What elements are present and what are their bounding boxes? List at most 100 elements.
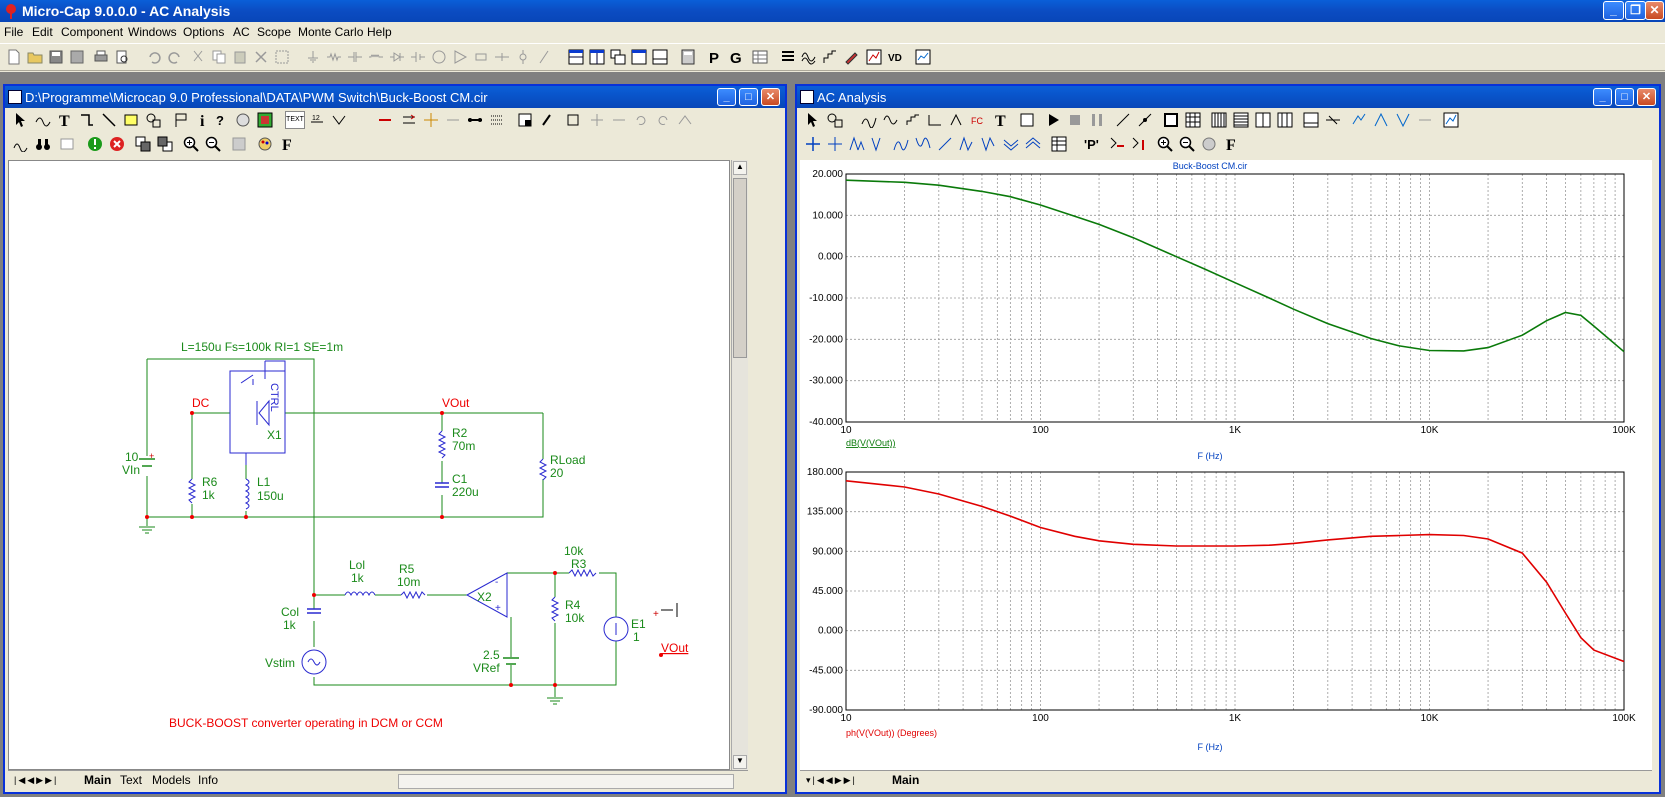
baseline-icon[interactable] <box>1303 112 1319 128</box>
attribute-text-icon[interactable] <box>59 136 75 152</box>
r4-resistor[interactable] <box>550 596 560 622</box>
animate-icon[interactable] <box>1443 112 1459 128</box>
menu-component[interactable]: Component <box>61 25 123 39</box>
diode-icon[interactable] <box>389 49 405 65</box>
grid-dots-icon[interactable] <box>489 112 505 128</box>
columns-grid-icon[interactable] <box>1277 112 1293 128</box>
schematic-maximize-button[interactable]: □ <box>739 88 758 106</box>
r6-resistor[interactable] <box>187 478 197 504</box>
next-low-icon[interactable] <box>915 136 931 152</box>
stop-red-icon[interactable] <box>109 136 125 152</box>
delete-icon[interactable] <box>253 49 269 65</box>
menu-windows[interactable]: Windows <box>128 25 177 39</box>
global-high-icon[interactable] <box>959 136 975 152</box>
bring-front-icon[interactable] <box>135 136 151 152</box>
menu-edit[interactable]: Edit <box>32 25 53 39</box>
tag-vertical-icon[interactable] <box>1131 136 1147 152</box>
plot-overlay-icon[interactable] <box>949 112 965 128</box>
analysis-zoom-out-icon[interactable] <box>1179 136 1195 152</box>
text-tool-icon[interactable]: T <box>57 112 73 128</box>
zoom-in-icon[interactable] <box>183 136 199 152</box>
resistor-icon[interactable] <box>326 49 342 65</box>
main-title-bar[interactable]: Micro-Cap 9.0.0.0 - AC Analysis _ ❐ ✕ <box>0 0 1665 22</box>
undo-icon[interactable] <box>146 49 162 65</box>
scroll-up-arrow-icon[interactable]: ▲ <box>733 161 747 175</box>
g-key-icon[interactable]: G <box>728 49 744 65</box>
split-grid-icon[interactable] <box>1255 112 1271 128</box>
vref-source[interactable] <box>503 657 519 665</box>
analysis-maximize-button[interactable]: □ <box>1615 88 1634 106</box>
inductor-icon[interactable] <box>368 49 384 65</box>
scroll-thumb[interactable] <box>733 178 747 358</box>
cascade-icon[interactable] <box>610 49 626 65</box>
fc-icon[interactable]: FC <box>971 112 987 128</box>
line-draw-icon[interactable] <box>1115 112 1131 128</box>
schematic-diagram[interactable]: + CTRL X1 R6 1k L1 150u R2 70m C1 220u R… <box>9 161 731 771</box>
select-arrow-icon[interactable] <box>13 112 29 128</box>
analysis-palette-icon[interactable] <box>1201 136 1217 152</box>
plots-svg[interactable]: Buck-Boost CM.cir 20.000 10.000 0.000 -1… <box>800 160 1652 770</box>
r5-resistor[interactable] <box>400 590 426 600</box>
menu-options[interactable]: Options <box>183 25 224 39</box>
select-all-icon[interactable] <box>274 49 290 65</box>
e1-source[interactable] <box>603 616 629 642</box>
next-high-icon[interactable] <box>893 136 909 152</box>
plot-select-arrow-icon[interactable] <box>805 112 821 128</box>
tab-navigation-arrows-icon[interactable]: |◀◀▶▶| <box>14 775 58 786</box>
next-inflection-icon[interactable] <box>937 136 953 152</box>
page-icon[interactable] <box>517 112 533 128</box>
cursor-right-icon[interactable] <box>827 136 843 152</box>
flag-icon[interactable] <box>173 112 189 128</box>
open-folder-icon[interactable] <box>27 49 43 65</box>
magnitude-series-line[interactable] <box>845 179 1625 353</box>
tab-main[interactable]: Main <box>84 773 111 787</box>
menu-monte-carlo[interactable]: Monte Carlo <box>298 25 363 39</box>
next-peak-icon[interactable] <box>849 136 865 152</box>
probe-window-icon[interactable] <box>866 49 882 65</box>
tangent-icon[interactable] <box>1137 112 1153 128</box>
restore-button[interactable]: ❐ <box>1625 1 1646 20</box>
source-icon[interactable] <box>515 49 531 65</box>
menu-ac[interactable]: AC <box>233 25 250 39</box>
opamp-icon[interactable] <box>452 49 468 65</box>
rload-resistor[interactable] <box>538 458 548 481</box>
rotate-icon[interactable] <box>565 112 581 128</box>
schematic-horizontal-scrollbar[interactable] <box>398 774 734 789</box>
next-valley-icon[interactable] <box>871 136 887 152</box>
bottom-icon[interactable] <box>1025 136 1041 152</box>
menu-help[interactable]: Help <box>367 25 392 39</box>
point-tool-icon[interactable] <box>235 112 251 128</box>
color-palette-icon[interactable] <box>257 136 273 152</box>
stepping-icon[interactable] <box>822 49 838 65</box>
binoculars-icon[interactable] <box>35 136 51 152</box>
probe-icon[interactable] <box>536 49 552 65</box>
schematic-title-bar[interactable]: D:\Programme\Microcap 9.0 Professional\D… <box>5 86 785 108</box>
global-low-icon[interactable] <box>981 136 997 152</box>
run-green-icon[interactable] <box>87 136 103 152</box>
analysis-tab-navigation-arrows-icon[interactable]: ▾|◀◀▶▶| <box>806 775 857 786</box>
ground-icon[interactable] <box>305 49 321 65</box>
pen-icon[interactable] <box>843 49 859 65</box>
send-back-icon[interactable] <box>157 136 173 152</box>
analysis-font-icon[interactable]: F <box>1223 136 1239 152</box>
pwm-switch-x1[interactable] <box>229 360 286 465</box>
plot-grid-icon[interactable] <box>1185 112 1201 128</box>
vd-icon[interactable]: VD <box>887 49 903 65</box>
schematic-canvas[interactable]: + CTRL X1 R6 1k L1 150u R2 70m C1 220u R… <box>8 160 730 770</box>
pause-icon[interactable] <box>1089 112 1105 128</box>
mirror-icon[interactable] <box>611 112 627 128</box>
tab-info[interactable]: Info <box>198 773 218 787</box>
phase-series-line[interactable] <box>845 480 1625 663</box>
save-all-icon[interactable] <box>69 49 85 65</box>
properties-icon[interactable] <box>257 112 273 128</box>
tile-vertical-icon[interactable] <box>589 49 605 65</box>
paste-icon[interactable] <box>232 49 248 65</box>
component-list-icon[interactable] <box>780 49 796 65</box>
npn-icon[interactable] <box>431 49 447 65</box>
menu-scope[interactable]: Scope <box>257 25 291 39</box>
shape-tool-icon[interactable] <box>145 112 161 128</box>
high-icon[interactable] <box>1417 112 1433 128</box>
c1-capacitor[interactable] <box>435 482 449 488</box>
help-tool-icon[interactable]: ? <box>215 112 231 128</box>
print-preview-icon[interactable] <box>114 49 130 65</box>
